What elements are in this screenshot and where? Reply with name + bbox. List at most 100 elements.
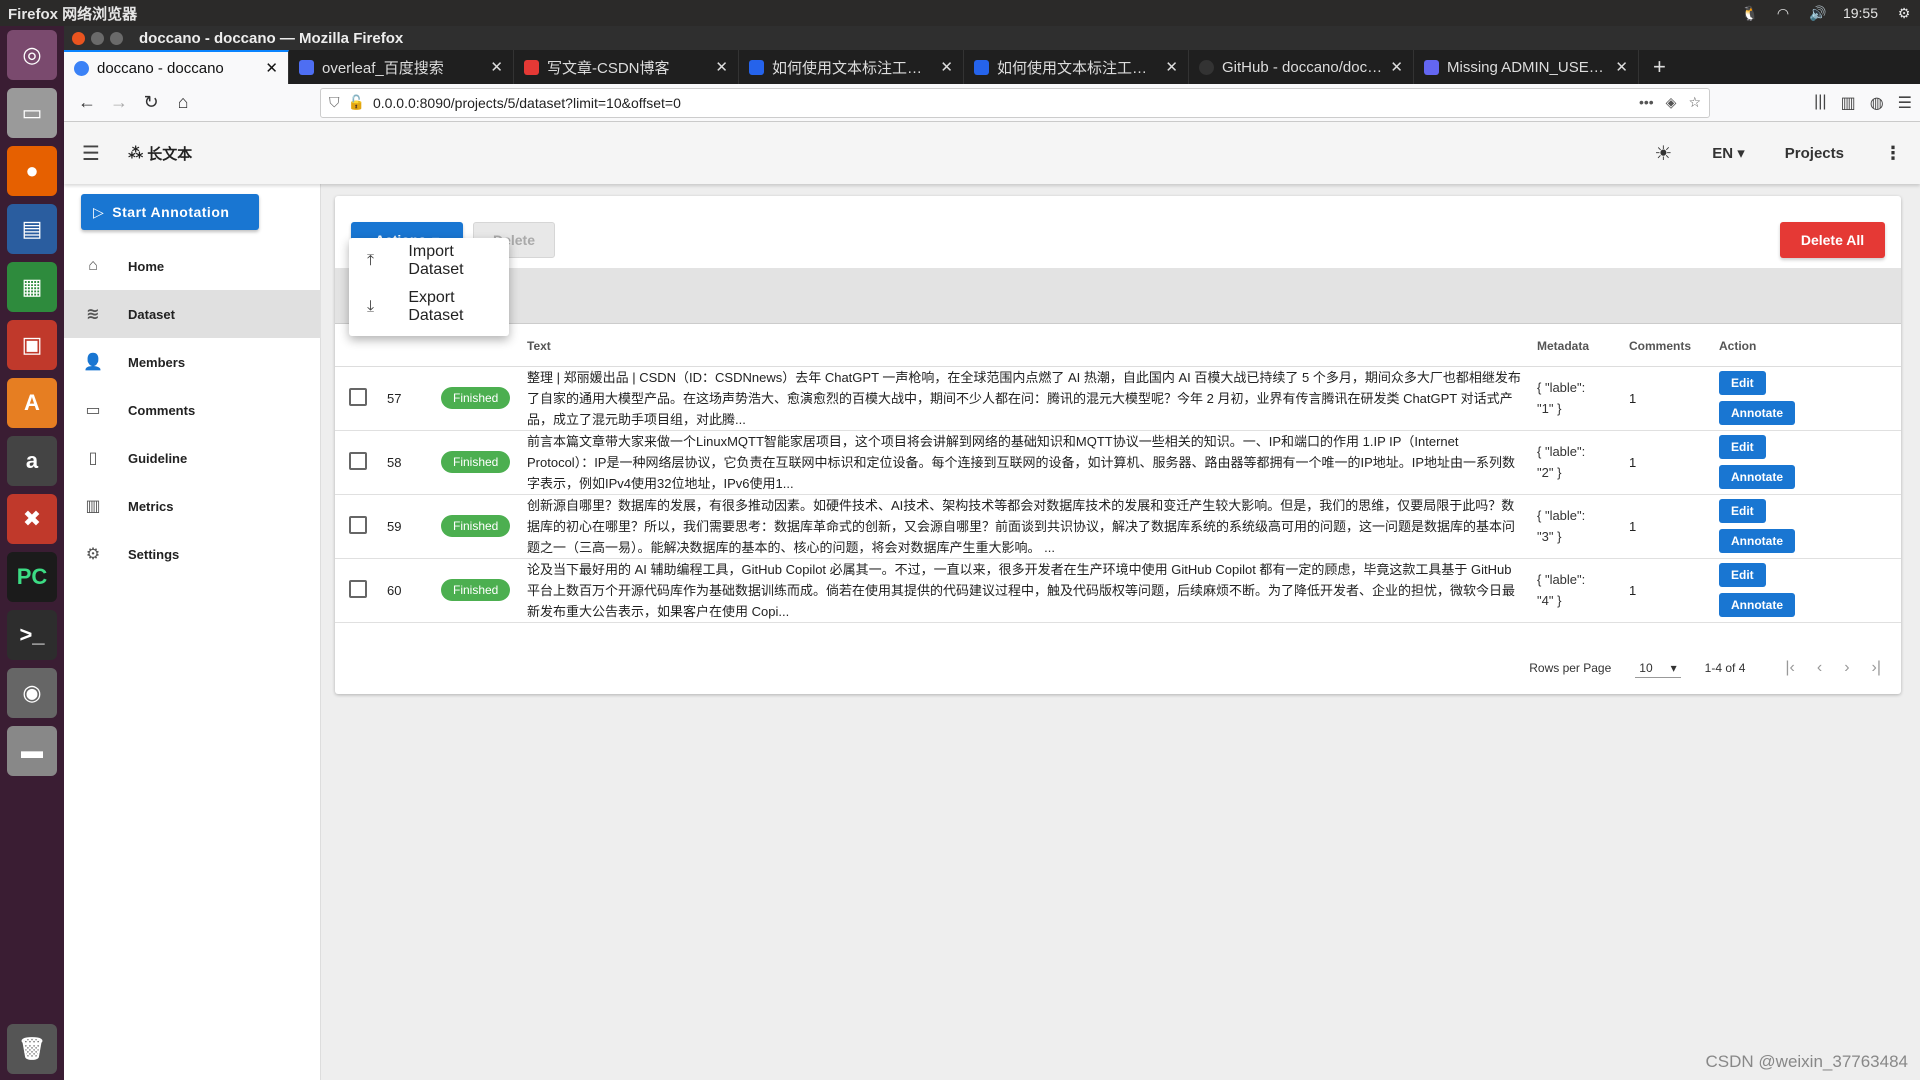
sidebar-item-settings[interactable]: ⚙ Settings bbox=[64, 530, 321, 578]
annotate-button[interactable]: Annotate bbox=[1719, 401, 1795, 425]
new-tab-button[interactable]: + bbox=[1639, 50, 1680, 84]
window-minimize-button[interactable] bbox=[91, 31, 104, 45]
start-annotation-button[interactable]: ▷ Start Annotation bbox=[81, 194, 259, 230]
sidebar-item-dataset[interactable]: ≋ Dataset bbox=[64, 290, 321, 338]
search-bar[interactable]: e) bbox=[335, 268, 1901, 324]
annotate-button[interactable]: Annotate bbox=[1719, 593, 1795, 617]
reload-icon[interactable]: ↻ bbox=[136, 88, 166, 118]
amazon-icon[interactable]: a bbox=[7, 436, 57, 486]
row-checkbox[interactable] bbox=[349, 451, 367, 470]
sidebar-toggle-icon[interactable]: ▥ bbox=[1841, 93, 1856, 113]
browser-tab[interactable]: Missing ADMIN_USERN/ ✕ bbox=[1414, 50, 1639, 84]
files-icon[interactable]: ▭ bbox=[7, 88, 57, 138]
next-page-icon[interactable]: › bbox=[1844, 659, 1849, 677]
edit-button[interactable]: Edit bbox=[1719, 371, 1766, 395]
status-badge: Finished bbox=[441, 451, 511, 473]
row-checkbox[interactable] bbox=[349, 387, 367, 406]
window-maximize-button[interactable] bbox=[110, 31, 123, 45]
tab-label: overleaf_百度搜索 bbox=[322, 59, 444, 77]
metadata-column-header[interactable]: Metadata bbox=[1531, 326, 1623, 367]
tab-label: GitHub - doccano/docca bbox=[1222, 58, 1383, 76]
os-clock[interactable]: 19:55 bbox=[1843, 5, 1878, 21]
project-title[interactable]: ⁂ 长文本 bbox=[128, 143, 192, 164]
settings-tools-icon[interactable]: ✖ bbox=[7, 494, 57, 544]
penguin-icon[interactable]: 🐧 bbox=[1741, 6, 1758, 20]
menu-item-label: Export Dataset bbox=[408, 289, 464, 324]
impress-icon[interactable]: ▣ bbox=[7, 320, 57, 370]
sidebar-item-guideline[interactable]: ▯ Guideline bbox=[64, 434, 321, 482]
window-close-button[interactable] bbox=[72, 31, 85, 45]
browser-tab[interactable]: GitHub - doccano/docca ✕ bbox=[1189, 50, 1414, 84]
page-actions-icon[interactable]: ••• bbox=[1639, 94, 1654, 111]
tab-close-icon[interactable]: ✕ bbox=[940, 58, 953, 76]
sidebar-item-comments[interactable]: ▭ Comments bbox=[64, 386, 321, 434]
edit-button[interactable]: Edit bbox=[1719, 563, 1766, 587]
rows-per-page-select[interactable]: 10 ▾ bbox=[1635, 659, 1681, 678]
library-icon[interactable]: ||| bbox=[1814, 93, 1826, 113]
theme-toggle-sun-icon[interactable]: ☀ bbox=[1654, 141, 1672, 166]
tab-close-icon[interactable]: ✕ bbox=[1165, 58, 1178, 76]
forward-arrow-icon[interactable]: → bbox=[104, 88, 134, 118]
pocket-icon[interactable]: ◈ bbox=[1666, 94, 1677, 111]
disk-icon[interactable]: ▬ bbox=[7, 726, 57, 776]
terminal-icon[interactable]: >_ bbox=[7, 610, 57, 660]
more-vert-icon[interactable]: ⋮ bbox=[1884, 143, 1902, 164]
insecure-lock-icon[interactable]: 🔓 bbox=[348, 94, 365, 111]
edit-button[interactable]: Edit bbox=[1719, 435, 1766, 459]
url-bar[interactable]: ⛉ 🔓 0.0.0.0:8090/projects/5/dataset?limi… bbox=[320, 87, 1710, 118]
firefox-icon[interactable]: ● bbox=[7, 146, 57, 196]
url-text[interactable]: 0.0.0.0:8090/projects/5/dataset?limit=10… bbox=[373, 95, 681, 111]
annotate-button[interactable]: Annotate bbox=[1719, 529, 1795, 553]
tab-close-icon[interactable]: ✕ bbox=[715, 58, 728, 76]
sidebar-item-members[interactable]: 👤 Members bbox=[64, 338, 321, 386]
delete-all-button[interactable]: Delete All bbox=[1780, 222, 1885, 258]
comments-column-header[interactable]: Comments bbox=[1623, 326, 1713, 367]
tab-close-icon[interactable]: ✕ bbox=[490, 58, 503, 76]
os-tray: 🐧 ◠ 🔊 19:55 ⚙ bbox=[1741, 5, 1912, 21]
import-dataset-menu-item[interactable]: ⤒ Import Dataset bbox=[349, 238, 509, 284]
ubuntu-launcher: ◎ ▭ ● ▤ ▦ ▣ A a ✖ PC >_ ◉ ▬ 🗑 bbox=[0, 26, 64, 1080]
writer-icon[interactable]: ▤ bbox=[7, 204, 57, 254]
tab-close-icon[interactable]: ✕ bbox=[1615, 58, 1628, 76]
software-center-icon[interactable]: A bbox=[7, 378, 57, 428]
browser-tab[interactable]: 写文章-CSDN博客 ✕ bbox=[514, 50, 739, 84]
back-arrow-icon[interactable]: ← bbox=[72, 88, 102, 118]
export-dataset-menu-item[interactable]: ⤓ Export Dataset bbox=[349, 284, 509, 330]
sidebar-item-metrics[interactable]: ▥ Metrics bbox=[64, 482, 321, 530]
menu-icon[interactable]: ☰ bbox=[1898, 93, 1912, 113]
home-icon[interactable]: ⌂ bbox=[168, 88, 198, 118]
row-checkbox[interactable] bbox=[349, 515, 367, 534]
bookmark-star-icon[interactable]: ☆ bbox=[1688, 94, 1701, 111]
gear-icon[interactable]: ⚙ bbox=[1896, 6, 1912, 20]
comment-icon: ▭ bbox=[85, 402, 101, 419]
first-page-icon[interactable]: |‹ bbox=[1785, 659, 1794, 677]
last-page-icon[interactable]: ›| bbox=[1872, 659, 1881, 677]
language-selector[interactable]: EN ▾ bbox=[1712, 144, 1745, 162]
shield-icon[interactable]: ⛉ bbox=[329, 94, 340, 111]
browser-tab[interactable]: 如何使用文本标注工具— ✕ bbox=[964, 50, 1189, 84]
annotate-button[interactable]: Annotate bbox=[1719, 465, 1795, 489]
wifi-icon[interactable]: ◠ bbox=[1775, 6, 1791, 20]
browser-tab[interactable]: doccano - doccano ✕ bbox=[64, 50, 289, 84]
sidebar-item-home[interactable]: ⌂ Home bbox=[64, 242, 321, 290]
tab-close-icon[interactable]: ✕ bbox=[1390, 58, 1403, 76]
pycharm-icon[interactable]: PC bbox=[7, 552, 57, 602]
volume-icon[interactable]: 🔊 bbox=[1809, 6, 1826, 20]
projects-link[interactable]: Projects bbox=[1785, 145, 1844, 162]
text-column-header[interactable]: Text bbox=[521, 326, 1531, 367]
browser-tab[interactable]: 如何使用文本标注工具— ✕ bbox=[739, 50, 964, 84]
row-checkbox[interactable] bbox=[349, 579, 367, 598]
ubuntu-logo-icon[interactable]: ◎ bbox=[7, 30, 57, 80]
browser-tab[interactable]: overleaf_百度搜索 ✕ bbox=[289, 50, 514, 84]
prev-page-icon[interactable]: ‹ bbox=[1817, 659, 1822, 677]
calc-icon[interactable]: ▦ bbox=[7, 262, 57, 312]
tab-close-icon[interactable]: ✕ bbox=[265, 59, 278, 77]
edit-button[interactable]: Edit bbox=[1719, 499, 1766, 523]
account-icon[interactable]: ◍ bbox=[1870, 93, 1884, 113]
trash-icon[interactable]: 🗑 bbox=[7, 1024, 57, 1074]
row-id: 57 bbox=[381, 366, 435, 431]
camera-icon[interactable]: ◉ bbox=[7, 668, 57, 718]
metadata-line: "2" } bbox=[1537, 465, 1562, 480]
hamburger-menu-icon[interactable]: ☰ bbox=[82, 141, 100, 166]
os-app-name: Firefox 网络浏览器 bbox=[8, 5, 138, 23]
